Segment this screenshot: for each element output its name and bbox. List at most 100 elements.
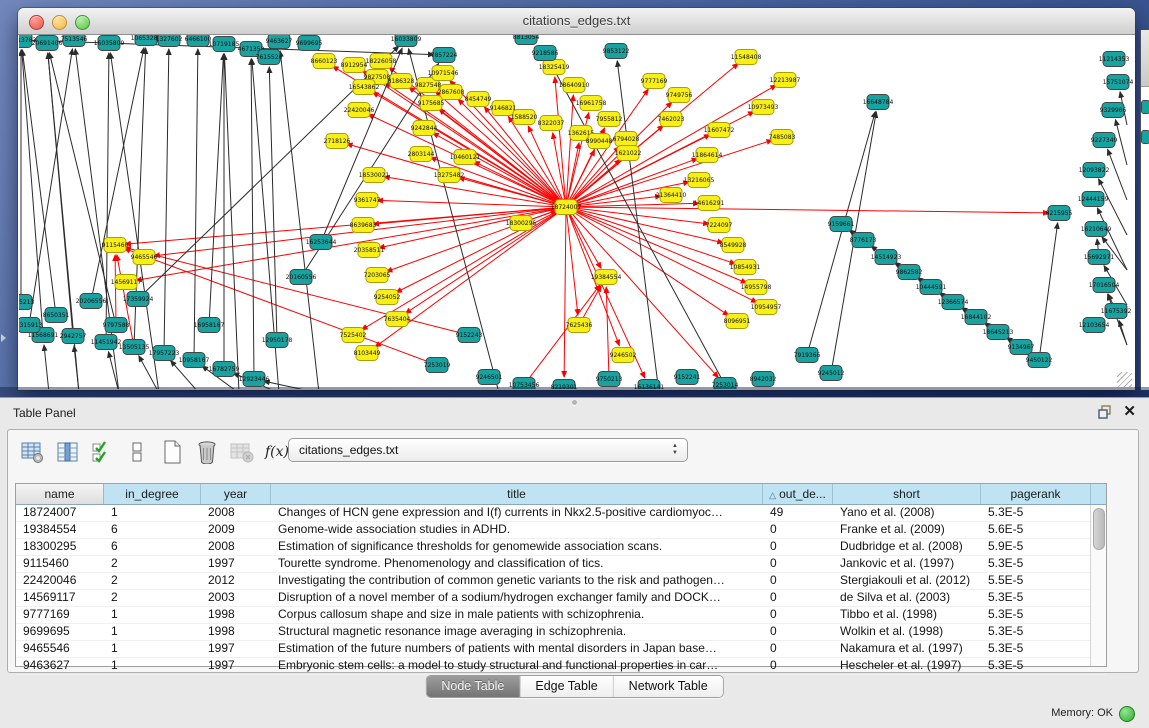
table-row[interactable]: 946554611997Estimation of the future num…: [16, 641, 1106, 658]
graph-node[interactable]: 14514923: [871, 250, 902, 265]
graph-node[interactable]: 10971546: [428, 66, 459, 81]
close-window-icon[interactable]: [29, 15, 44, 30]
graph-node[interactable]: 12444159: [1078, 192, 1109, 207]
graph-edge[interactable]: [524, 285, 600, 385]
graph-edge[interactable]: [194, 49, 198, 360]
graph-node[interactable]: 17016504: [1089, 278, 1120, 293]
graph-node[interactable]: 8912954: [341, 58, 368, 73]
graph-node[interactable]: 7955812: [596, 112, 623, 127]
graph-node[interactable]: 18300295: [506, 216, 537, 231]
graph-node[interactable]: 9450122: [1026, 353, 1053, 368]
graph-node[interactable]: 2718126: [324, 134, 351, 149]
graph-node[interactable]: 8103449: [354, 346, 381, 361]
graph-edge[interactable]: [566, 207, 1049, 213]
graph-node[interactable]: 10460121: [450, 150, 481, 165]
graph-node[interactable]: 11548408: [731, 50, 762, 65]
graph-node[interactable]: 9159661: [828, 217, 855, 232]
graph-node[interactable]: 9152243: [456, 328, 483, 343]
graph-node[interactable]: 12950178: [262, 333, 293, 348]
graph-node[interactable]: 11214353: [1099, 52, 1130, 67]
graph-node[interactable]: 8454749: [465, 92, 492, 107]
graph-node[interactable]: 9152241: [674, 370, 701, 385]
graph-edge[interactable]: [49, 53, 116, 325]
graph-edge[interactable]: [44, 345, 49, 389]
graph-node[interactable]: 8942032: [750, 372, 777, 387]
graph-node[interactable]: 20358511: [354, 243, 385, 258]
column-header-in-degree[interactable]: in_degree: [104, 484, 201, 504]
network-canvas[interactable]: 1872400718300295866012389129541822605898…: [19, 35, 1134, 389]
table-row[interactable]: 2242004622012Investigating the contribut…: [16, 573, 1106, 590]
graph-node[interactable]: 16961758: [576, 96, 607, 111]
graph-node[interactable]: 11607472: [704, 123, 735, 138]
tab-network-table[interactable]: Network Table: [614, 676, 723, 697]
graph-edge[interactable]: [1108, 149, 1127, 200]
graph-node[interactable]: 8776173: [850, 233, 877, 248]
graph-node[interactable]: 15692971: [1084, 250, 1115, 265]
graph-node[interactable]: 8660123: [311, 54, 338, 69]
graph-node[interactable]: 11864614: [692, 148, 723, 163]
graph-node[interactable]: 2803144: [408, 147, 435, 162]
graph-node[interactable]: 9242844: [411, 121, 438, 136]
graph-node[interactable]: 14616291: [694, 196, 725, 211]
graph-node[interactable]: 9227349: [1091, 133, 1118, 148]
graph-edge[interactable]: [136, 207, 566, 280]
create-column-icon[interactable]: [160, 440, 184, 464]
column-header-name[interactable]: name: [16, 484, 104, 504]
graph-node[interactable]: 7919366: [794, 348, 821, 363]
graph-edge[interactable]: [377, 200, 566, 207]
table-row[interactable]: 1938455462009Genome-wide association stu…: [16, 522, 1106, 539]
splitter-grip[interactable]: [572, 400, 577, 405]
function-builder-icon[interactable]: f(x): [265, 440, 289, 464]
graph-node[interactable]: 12923446: [239, 372, 270, 387]
graph-node[interactable]: 1621022: [615, 146, 642, 161]
graph-node[interactable]: 8322037: [538, 116, 565, 131]
graph-node[interactable]: 9862582: [896, 265, 923, 280]
background-window-sliver[interactable]: [1140, 30, 1149, 390]
column-header-out-de-[interactable]: △out_de...: [763, 484, 833, 504]
graph-node[interactable]: 10444591: [916, 280, 947, 295]
graph-node[interactable]: 7462023: [658, 112, 685, 127]
column-header-title[interactable]: title: [271, 484, 763, 504]
graph-node[interactable]: 17359924: [123, 292, 154, 307]
graph-node[interactable]: 9329966: [1100, 103, 1127, 118]
column-header-short[interactable]: short: [833, 484, 981, 504]
graph-edge[interactable]: [269, 67, 277, 340]
graph-node[interactable]: 17957223: [149, 346, 180, 361]
graph-node[interactable]: 16648784: [863, 95, 894, 110]
graph-node[interactable]: 16253644: [306, 235, 337, 250]
delete-column-icon[interactable]: [195, 440, 219, 464]
graph-node[interactable]: 15751074: [1103, 75, 1134, 90]
graph-node[interactable]: 9246502: [610, 348, 637, 363]
graph-node[interactable]: 12366574: [938, 295, 969, 310]
graph-node[interactable]: 21364410: [656, 188, 687, 203]
graph-node[interactable]: 9797588: [103, 318, 130, 333]
table-row[interactable]: 1872400712008Changes of HCN gene express…: [16, 505, 1106, 522]
graph-node[interactable]: 7485083: [769, 130, 796, 145]
network-window[interactable]: citations_edges.txt 18724007 18300295 8660…: [18, 8, 1135, 390]
table-row[interactable]: 977716911998Corpus callosum shape and si…: [16, 607, 1106, 624]
graph-edge[interactable]: [564, 207, 566, 377]
graph-node[interactable]: 7615526: [256, 50, 283, 65]
network-window-titlebar[interactable]: citations_edges.txt: [18, 8, 1135, 35]
panel-collapse-arrow-icon[interactable]: [1, 334, 6, 342]
graph-node[interactable]: 16958167: [194, 318, 225, 333]
graph-edge[interactable]: [224, 54, 239, 389]
graph-edge[interactable]: [1039, 223, 1058, 360]
graph-node[interactable]: 9750213: [596, 372, 623, 387]
graph-node[interactable]: 9175685: [418, 96, 445, 111]
close-panel-icon[interactable]: ✕: [1123, 402, 1136, 420]
graph-edge[interactable]: [251, 59, 254, 379]
table-row[interactable]: 1456911722003Disruption of a novel membe…: [16, 590, 1106, 607]
graph-node[interactable]: 1327602: [156, 35, 183, 47]
graph-node[interactable]: 10719185: [209, 37, 240, 52]
graph-node[interactable]: 9699695: [296, 36, 323, 51]
graph-node[interactable]: 7525402: [340, 328, 367, 343]
graph-node[interactable]: 10954957: [751, 300, 782, 315]
graph-node[interactable]: 18724007: [551, 200, 582, 215]
graph-node[interactable]: 12093822: [1079, 163, 1110, 178]
graph-node[interactable]: 8215955: [1046, 206, 1073, 221]
graph-node[interactable]: 9315913: [19, 318, 43, 333]
graph-node[interactable]: 12213987: [770, 73, 801, 88]
column-header-pagerank[interactable]: pagerank: [981, 484, 1091, 504]
graph-node[interactable]: 12103654: [1079, 318, 1110, 333]
